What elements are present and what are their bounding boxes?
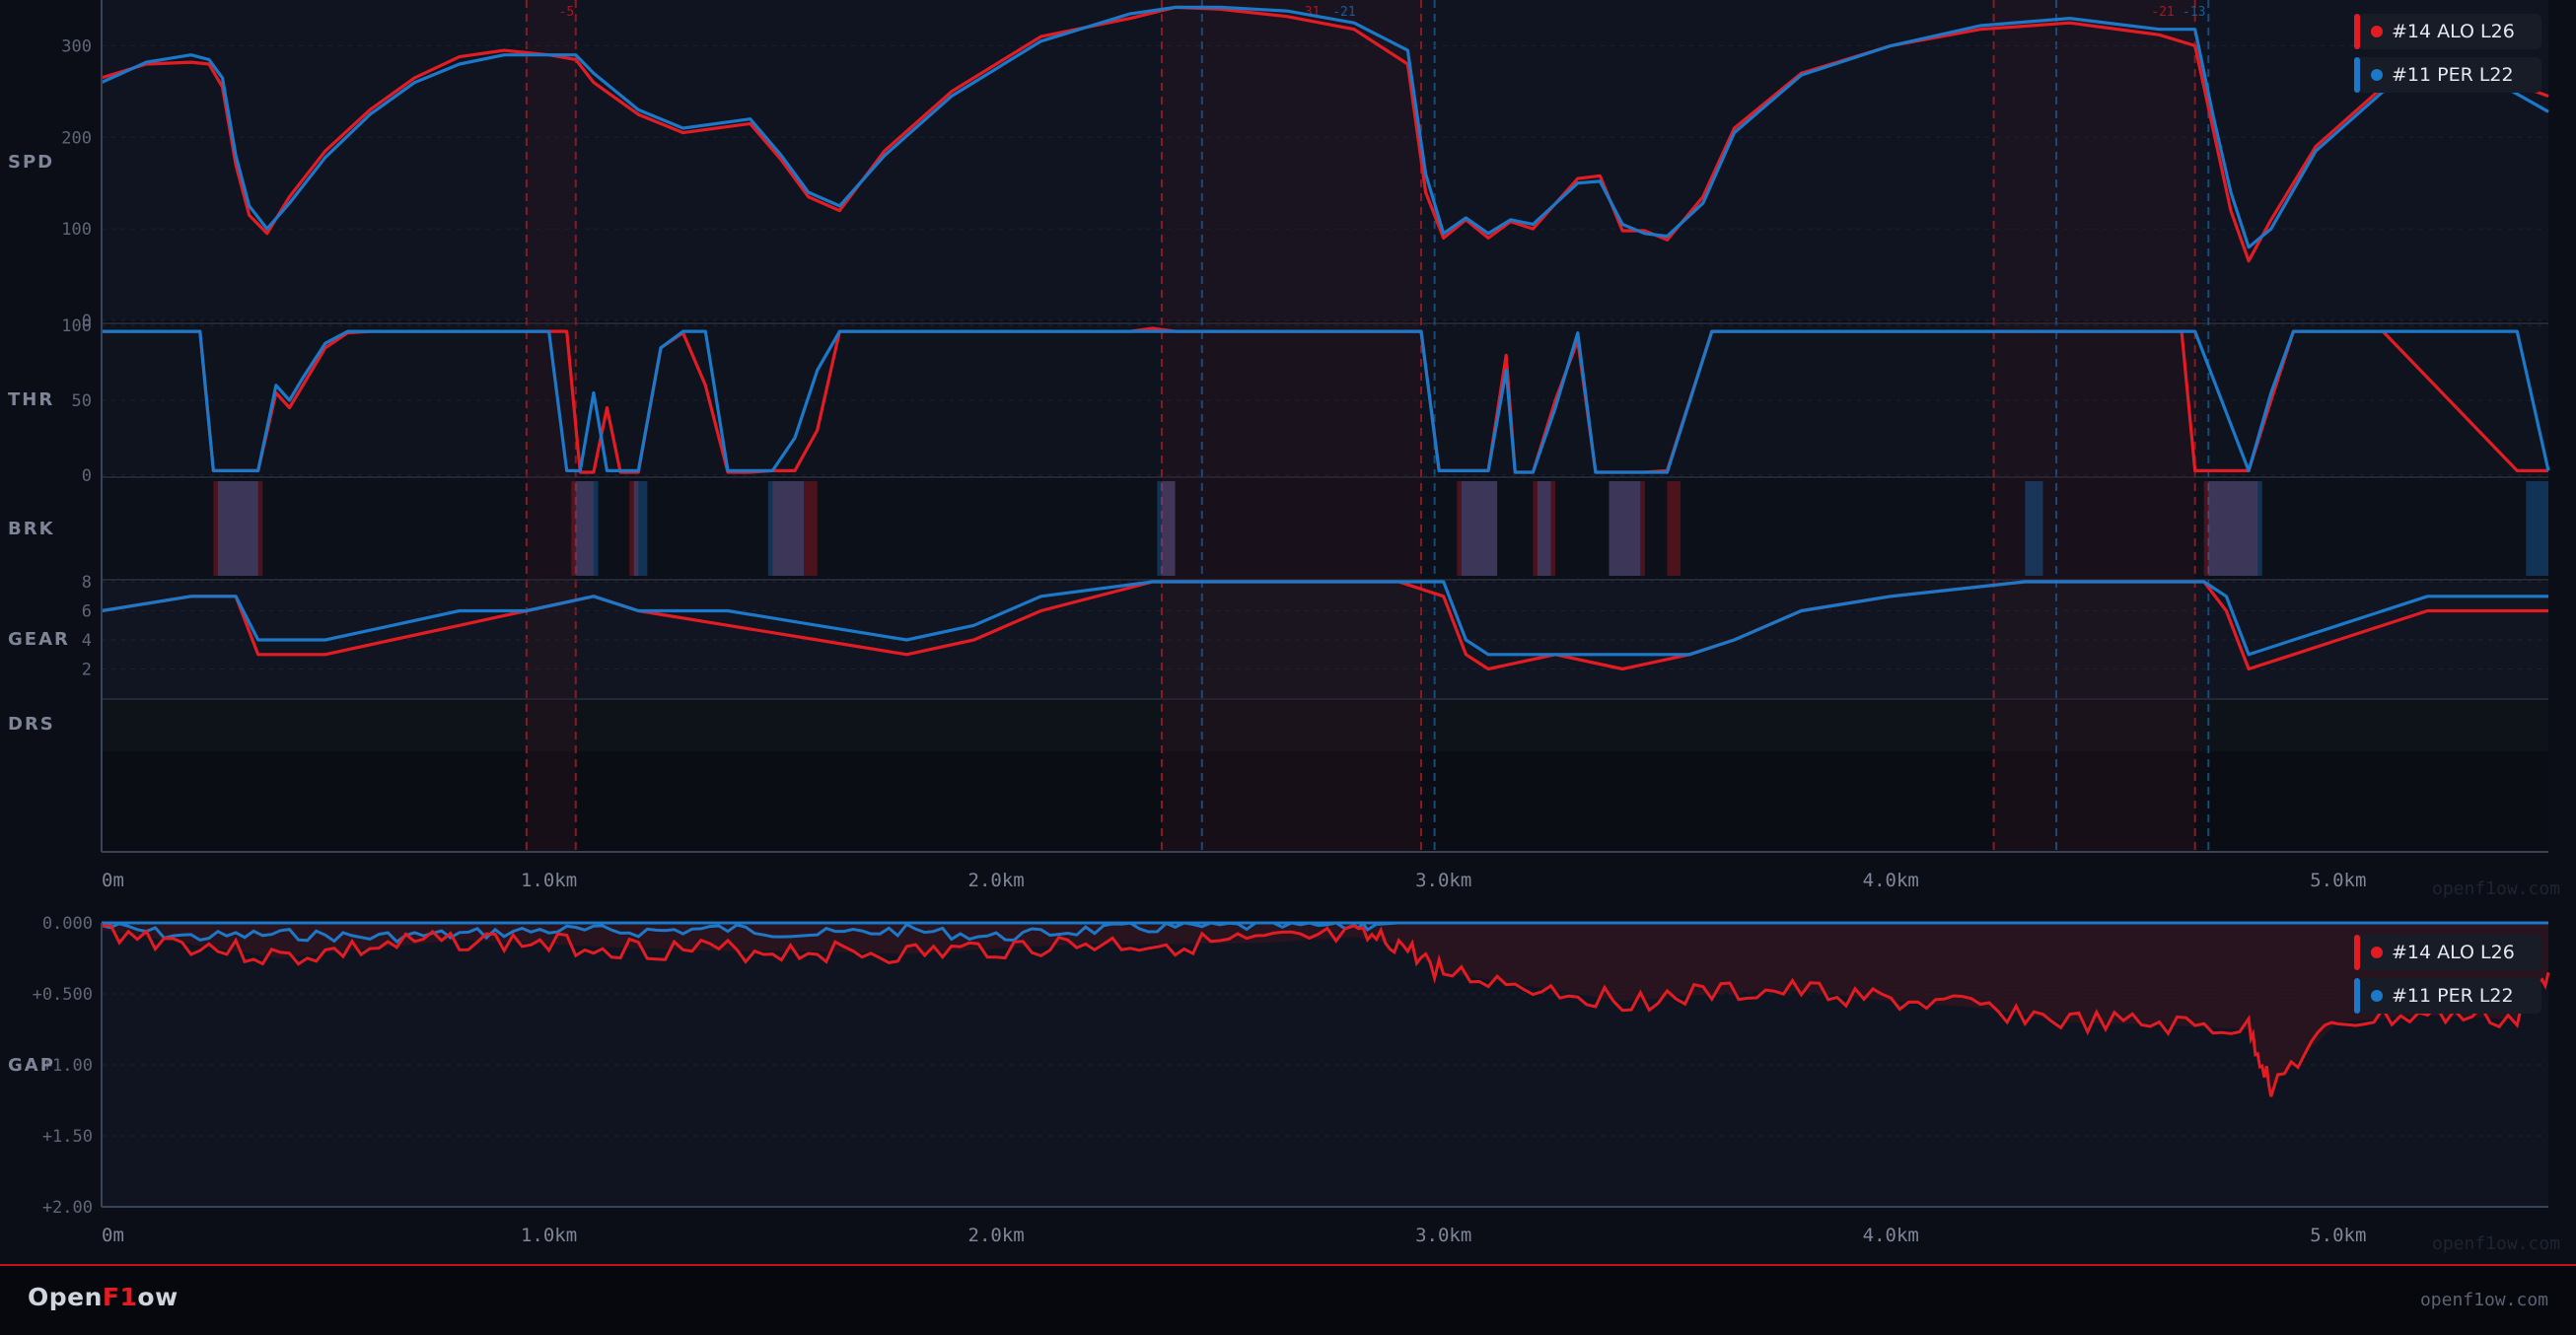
- y-tick-label: 200: [61, 128, 92, 148]
- x-tick-label: 3.0km: [1415, 870, 1471, 891]
- y-tick-label: 0: [82, 466, 92, 486]
- legend-swatch: [2354, 57, 2360, 93]
- x-tick-label: 1.0km: [521, 1225, 577, 1246]
- legend-swatch: [2354, 14, 2360, 49]
- watermark: openf1ow.com: [2432, 1233, 2561, 1254]
- legend-item-driver-1[interactable]: #14 ALO L26: [2354, 14, 2541, 49]
- corner-zone: [1993, 0, 2195, 852]
- logo-text-ow: ow: [137, 1283, 179, 1311]
- x-tick-label: 5.0km: [2310, 870, 2366, 891]
- y-tick-label: +2.00: [42, 1198, 93, 1218]
- y-tick-label: 2: [82, 661, 92, 680]
- dot-icon: [2371, 26, 2383, 37]
- footer-url[interactable]: openf1ow.com: [2420, 1290, 2548, 1310]
- brake-segment: [1667, 481, 1682, 576]
- y-tick-label: 0.000: [42, 914, 93, 934]
- x-tick-label: 4.0km: [1863, 1225, 1919, 1246]
- legend-label: #11 PER L22: [2392, 64, 2514, 86]
- brake-segment: [767, 481, 805, 576]
- legend-label: #14 ALO L26: [2392, 21, 2515, 42]
- corner-label: -21: [2151, 5, 2174, 20]
- y-tick-label: 100: [61, 316, 92, 336]
- brake-segment: [1537, 481, 1551, 576]
- legend-item-driver-2[interactable]: #11 PER L22: [2354, 57, 2541, 93]
- footer-bar: OpenF1ow openf1ow.com: [0, 1264, 2576, 1335]
- corner-zone: [526, 0, 576, 852]
- brake-segment: [575, 481, 599, 576]
- channel-label-drs: DRS: [8, 714, 55, 735]
- brake-segment: [1157, 481, 1176, 576]
- brake-segment: [2208, 481, 2262, 576]
- y-tick-label: +0.500: [33, 985, 93, 1005]
- y-tick-label: 8: [82, 573, 92, 593]
- corner-zone: [1161, 0, 1422, 852]
- x-tick-label: 4.0km: [1863, 870, 1919, 891]
- channel-label-spd: SPD: [8, 152, 54, 173]
- channel-label-gear: GEAR: [8, 629, 70, 650]
- brake-segment: [2526, 481, 2548, 576]
- corner-label: -21: [1332, 5, 1355, 20]
- brake-segment: [2025, 481, 2043, 576]
- brake-segment: [1609, 481, 1641, 576]
- channel-label-brk: BRK: [8, 519, 55, 539]
- legend-label: #14 ALO L26: [2392, 942, 2515, 963]
- x-tick-label: 0m: [102, 1225, 124, 1246]
- y-tick-label: 300: [61, 36, 92, 56]
- x-tick-label: 2.0km: [968, 870, 1025, 891]
- legend-label: #11 PER L22: [2392, 985, 2514, 1007]
- y-tick-label: 100: [61, 220, 92, 240]
- dot-icon: [2371, 69, 2383, 81]
- corner-label: -5: [559, 5, 575, 20]
- x-tick-label: 2.0km: [968, 1225, 1025, 1246]
- brake-segment: [217, 481, 258, 576]
- legend-top: #14 ALO L26 #11 PER L22: [2354, 14, 2541, 101]
- y-tick-label: 6: [82, 602, 92, 622]
- dot-icon: [2371, 947, 2383, 958]
- legend-swatch: [2354, 978, 2360, 1014]
- y-tick-label: 50: [72, 391, 92, 411]
- channel-label-gap: GAP: [8, 1055, 55, 1076]
- x-tick-label: 1.0km: [521, 870, 577, 891]
- brake-segment: [1461, 481, 1498, 576]
- corner-label: -13: [2182, 5, 2205, 20]
- y-tick-label: +1.50: [42, 1127, 93, 1147]
- legend-item-driver-1[interactable]: #14 ALO L26: [2354, 935, 2541, 970]
- y-tick-label: 4: [82, 631, 92, 651]
- watermark: openf1ow.com: [2432, 878, 2561, 899]
- legend-swatch: [2354, 935, 2360, 970]
- openf1ow-logo[interactable]: OpenF1ow: [28, 1283, 179, 1311]
- dot-icon: [2371, 990, 2383, 1002]
- legend-item-driver-2[interactable]: #11 PER L22: [2354, 978, 2541, 1014]
- logo-text-open: Open: [28, 1283, 103, 1311]
- telemetry-chart: -5 -31 -21 -21 -13SPDTHRBRKGEARDRS0100200300…: [0, 0, 2576, 1264]
- logo-text-f1: F1: [102, 1283, 138, 1311]
- x-tick-label: 0m: [102, 870, 124, 891]
- channel-label-thr: THR: [8, 389, 54, 410]
- legend-bottom: #14 ALO L26 #11 PER L22: [2354, 935, 2541, 1021]
- x-tick-label: 3.0km: [1415, 1225, 1471, 1246]
- x-tick-label: 5.0km: [2310, 1225, 2366, 1246]
- brake-segment: [633, 481, 648, 576]
